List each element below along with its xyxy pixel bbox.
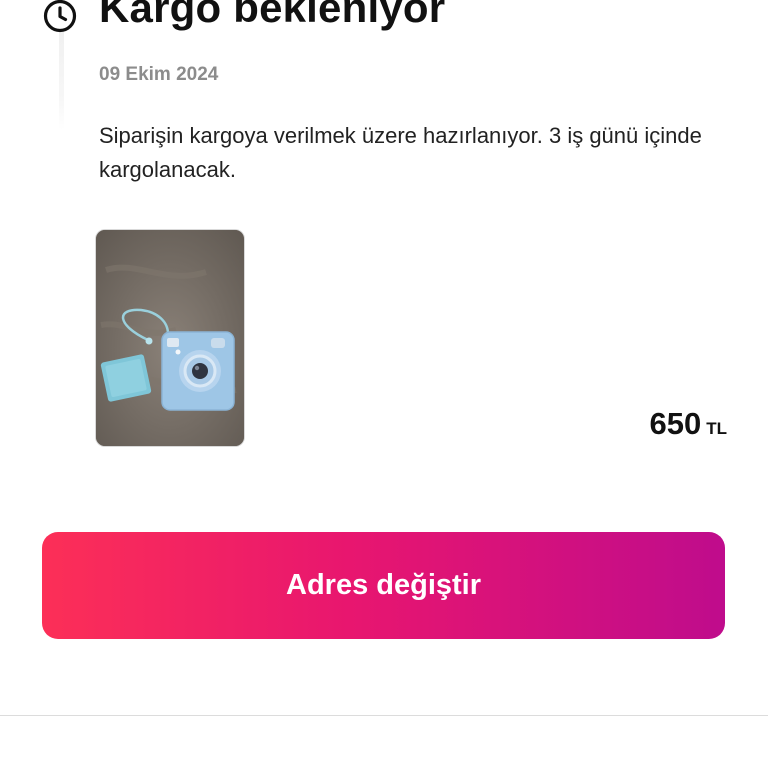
divider xyxy=(0,715,768,716)
price-amount: 650 xyxy=(649,406,702,441)
order-status-page: Kargo bekleniyor 09 Ekim 2024 Siparişin … xyxy=(0,0,768,768)
status-title: Kargo bekleniyor xyxy=(99,0,446,31)
status-date: 09 Ekim 2024 xyxy=(99,64,219,85)
clock-icon xyxy=(43,0,77,33)
instant-camera-photo-icon xyxy=(96,230,244,446)
status-description: Siparişin kargoya verilmek üzere hazırla… xyxy=(99,123,702,182)
product-image[interactable] xyxy=(96,230,244,446)
price-currency: TL xyxy=(706,419,727,438)
change-address-button[interactable]: Adres değiştir xyxy=(42,532,725,639)
timeline-line xyxy=(59,30,64,130)
product-price: 650 TL xyxy=(649,406,727,442)
